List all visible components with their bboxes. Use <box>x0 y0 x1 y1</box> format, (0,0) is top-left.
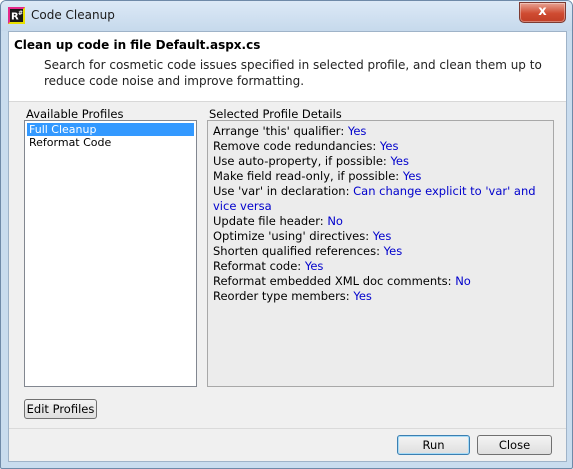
close-icon: x <box>538 4 547 19</box>
run-button[interactable]: Run <box>397 435 470 455</box>
detail-row: Remove code redundancies: Yes <box>213 139 548 154</box>
profile-item-full-cleanup[interactable]: Full Cleanup <box>27 123 194 136</box>
dialog-client-area: Clean up code in file Default.aspx.cs Se… <box>8 31 567 462</box>
profile-details-panel: Arrange 'this' qualifier: Yes Remove cod… <box>207 120 554 387</box>
detail-value: Yes <box>383 244 403 258</box>
detail-row: Make field read-only, if possible: Yes <box>213 169 548 184</box>
detail-name: Reformat embedded XML doc comments: <box>213 274 452 288</box>
detail-name: Reformat code: <box>213 259 302 273</box>
close-button[interactable]: Close <box>477 435 552 455</box>
detail-row: Use 'var' in declaration: Can change exp… <box>213 184 548 214</box>
detail-row: Use auto-property, if possible: Yes <box>213 154 548 169</box>
detail-row: Reformat code: Yes <box>213 259 548 274</box>
detail-value: Yes <box>353 289 372 303</box>
detail-row: Reorder type members: Yes <box>213 289 548 304</box>
detail-name: Shorten qualified references: <box>213 244 380 258</box>
detail-name: Arrange 'this' qualifier: <box>213 124 345 138</box>
resharper-icon: R # <box>8 7 25 24</box>
detail-name: Use 'var' in declaration: <box>213 184 350 198</box>
detail-name: Update file header: <box>213 214 324 228</box>
detail-row: Optimize 'using' directives: Yes <box>213 229 548 244</box>
detail-name: Use auto-property, if possible: <box>213 154 387 168</box>
detail-value: Yes <box>347 124 367 138</box>
detail-value: Yes <box>379 139 399 153</box>
edit-profiles-button[interactable]: Edit Profiles <box>24 399 97 419</box>
detail-row: Reformat embedded XML doc comments: No <box>213 274 548 289</box>
detail-value: Yes <box>390 154 410 168</box>
detail-name: Reorder type members: <box>213 289 350 303</box>
selected-profile-details-label: Selected Profile Details <box>209 107 342 121</box>
dialog-footer: Run Close <box>9 429 566 461</box>
detail-row: Shorten qualified references: Yes <box>213 244 548 259</box>
detail-value: Yes <box>372 229 392 243</box>
detail-value: Yes <box>304 259 324 273</box>
detail-row: Update file header: No <box>213 214 548 229</box>
svg-text:#: # <box>18 10 23 17</box>
window-close-button[interactable]: x <box>519 2 566 23</box>
header-title: Clean up code in file Default.aspx.cs <box>14 38 261 52</box>
detail-row: Arrange 'this' qualifier: Yes <box>213 124 548 139</box>
available-profiles-label: Available Profiles <box>26 107 124 121</box>
detail-value: Yes <box>402 169 422 183</box>
detail-value: No <box>327 214 343 228</box>
window-title: Code Cleanup <box>31 8 115 22</box>
profile-item-reformat-code[interactable]: Reformat Code <box>27 136 194 149</box>
detail-name: Make field read-only, if possible: <box>213 169 400 183</box>
detail-name: Remove code redundancies: <box>213 139 377 153</box>
dialog-header: Clean up code in file Default.aspx.cs Se… <box>9 32 566 102</box>
detail-value: No <box>455 274 471 288</box>
title-bar[interactable]: R # Code Cleanup x <box>1 1 572 31</box>
profiles-listbox[interactable]: Full Cleanup Reformat Code <box>24 120 197 387</box>
detail-name: Optimize 'using' directives: <box>213 229 370 243</box>
header-description: Search for cosmetic code issues specifie… <box>44 58 542 88</box>
code-cleanup-dialog: R # Code Cleanup x Clean up code in file… <box>0 0 573 469</box>
